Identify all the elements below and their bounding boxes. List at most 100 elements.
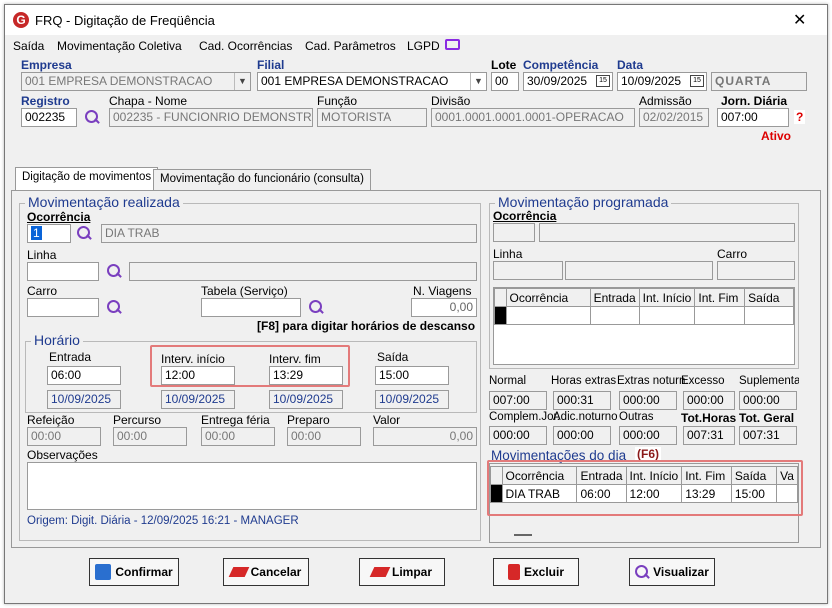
prog-grid: Ocorrência Entrada Int. Início Int. Fim … bbox=[493, 287, 795, 365]
valor-field[interactable]: 0,00 bbox=[373, 427, 477, 446]
funcao-label: Função bbox=[317, 94, 358, 108]
suplementar-field: 000:00 bbox=[739, 391, 797, 410]
excesso-label: Excesso bbox=[681, 375, 725, 387]
filial-select[interactable]: 001 EMPRESA DEMONSTRACAO ▼ bbox=[257, 72, 487, 91]
search-icon[interactable] bbox=[107, 264, 121, 278]
prog-ocorrencia-label: Ocorrência bbox=[493, 209, 557, 223]
carro-label: Carro bbox=[27, 284, 58, 298]
scrollbar-thumb[interactable] bbox=[514, 534, 532, 536]
prog-col-ocorrencia: Ocorrência bbox=[505, 288, 591, 307]
obs-textarea[interactable] bbox=[27, 462, 477, 510]
monitor-icon[interactable] bbox=[445, 39, 460, 50]
search-icon[interactable] bbox=[85, 110, 99, 124]
highlight-box bbox=[487, 460, 803, 516]
empresa-label: Empresa bbox=[21, 58, 72, 72]
divisao-label: Divisão bbox=[431, 94, 471, 108]
saida-field[interactable]: 15:00 bbox=[375, 366, 449, 385]
trash-icon bbox=[507, 564, 520, 580]
table-row[interactable] bbox=[494, 306, 794, 325]
extras-noturn-label: Extras noturn. bbox=[617, 375, 689, 387]
title-bar: G FRQ - Digitação de Freqüência ✕ bbox=[5, 5, 827, 35]
excesso-field: 000:00 bbox=[683, 391, 735, 410]
tot-geral-label: Tot. Geral bbox=[739, 411, 795, 425]
carro-field[interactable] bbox=[27, 298, 99, 317]
ocorrencia-label: Ocorrência bbox=[27, 210, 91, 224]
divisao-field: 0001.0001.0001.0001-OPERACAO bbox=[431, 108, 635, 127]
prog-col-saida: Saída bbox=[744, 288, 794, 307]
extras-noturn-field: 000:00 bbox=[619, 391, 677, 410]
help-icon[interactable]: ? bbox=[794, 110, 806, 124]
percurso-label: Percurso bbox=[113, 413, 162, 427]
eraser-icon bbox=[228, 567, 249, 577]
registro-field[interactable]: 002235 bbox=[21, 108, 77, 127]
complem-label: Complem.Jor. bbox=[489, 411, 560, 423]
valor-label: Valor bbox=[373, 413, 401, 427]
funcao-field: MOTORISTA bbox=[317, 108, 427, 127]
saida-label: Saída bbox=[377, 350, 409, 364]
complem-field: 000:00 bbox=[489, 426, 547, 445]
horas-extras-label: Horas extras bbox=[551, 375, 617, 387]
refeicao-label: Refeição bbox=[27, 413, 75, 427]
limpar-button[interactable]: Limpar bbox=[359, 558, 445, 586]
calendar-icon[interactable]: 15 bbox=[596, 75, 610, 87]
empresa-field[interactable]: 001 EMPRESA DEMONSTRACAO ▼ bbox=[21, 72, 251, 91]
search-icon[interactable] bbox=[77, 226, 91, 240]
intervini-date: 10/09/2025 bbox=[161, 390, 235, 409]
linha-desc-field bbox=[129, 262, 477, 281]
obs-label: Observações bbox=[27, 448, 98, 462]
weekday-field: QUARTA bbox=[711, 72, 807, 91]
cancelar-button[interactable]: Cancelar bbox=[223, 558, 309, 586]
lote-field[interactable]: 00 bbox=[491, 72, 519, 91]
menu-bar: Saída Movimentação Coletiva Cad. Ocorrên… bbox=[5, 36, 827, 56]
linha-label: Linha bbox=[27, 248, 57, 262]
percurso-field[interactable]: 00:00 bbox=[113, 427, 187, 446]
app-logo-icon: G bbox=[13, 12, 29, 28]
viagens-label: N. Viagens bbox=[413, 284, 472, 298]
jornada-field[interactable]: 007:00 bbox=[717, 108, 789, 127]
competencia-field[interactable]: 30/09/2025 15 bbox=[523, 72, 613, 91]
prog-ocorrencia-code bbox=[493, 223, 535, 242]
save-icon bbox=[95, 564, 112, 580]
entrada-field[interactable]: 06:00 bbox=[47, 366, 121, 385]
normal-label: Normal bbox=[489, 375, 527, 387]
search-icon[interactable] bbox=[309, 300, 323, 314]
preparo-field[interactable]: 00:00 bbox=[287, 427, 361, 446]
chevron-down-icon[interactable]: ▼ bbox=[234, 73, 250, 90]
excluir-button[interactable]: Excluir bbox=[493, 558, 579, 586]
refeicao-field[interactable]: 00:00 bbox=[27, 427, 101, 446]
menu-saida[interactable]: Saída bbox=[13, 39, 44, 53]
highlight-box bbox=[150, 345, 350, 387]
menu-movimentacao-coletiva[interactable]: Movimentação Coletiva bbox=[57, 39, 182, 53]
ocorrencia-desc-field: DIA TRAB bbox=[101, 224, 477, 243]
tabela-label: Tabela (Serviço) bbox=[201, 284, 288, 298]
realizada-title: Movimentação realizada bbox=[25, 194, 183, 210]
menu-cad-parametros[interactable]: Cad. Parâmetros bbox=[305, 39, 396, 53]
prog-linha-field bbox=[493, 261, 563, 280]
tabela-field[interactable] bbox=[201, 298, 301, 317]
normal-field: 007:00 bbox=[489, 391, 547, 410]
tot-geral-field: 007:31 bbox=[739, 426, 797, 445]
visualizar-button[interactable]: Visualizar bbox=[629, 558, 715, 586]
tab-movimentacao-funcionario[interactable]: Movimentação do funcionário (consulta) bbox=[153, 169, 371, 191]
confirmar-button[interactable]: Confirmar bbox=[89, 558, 179, 586]
menu-lgpd[interactable]: LGPD bbox=[407, 39, 440, 53]
tab-digitacao[interactable]: Digitação de movimentos bbox=[15, 167, 159, 191]
status-badge: Ativo bbox=[761, 129, 791, 143]
calendar-icon[interactable]: 15 bbox=[690, 75, 704, 87]
close-icon[interactable]: ✕ bbox=[793, 10, 806, 30]
f8-hint: [F8] para digitar horários de descanso bbox=[257, 319, 476, 333]
tot-horas-label: Tot.Horas bbox=[681, 411, 737, 425]
viagens-field[interactable]: 0,00 bbox=[411, 298, 477, 317]
ocorrencia-code-field[interactable]: 1 bbox=[27, 224, 71, 243]
entrega-field[interactable]: 00:00 bbox=[201, 427, 275, 446]
admissao-label: Admissão bbox=[639, 94, 692, 108]
search-icon[interactable] bbox=[107, 300, 121, 314]
saida-date: 10/09/2025 bbox=[375, 390, 449, 409]
chevron-down-icon[interactable]: ▼ bbox=[470, 73, 486, 90]
data-field[interactable]: 10/09/2025 15 bbox=[617, 72, 707, 91]
outras-field: 000:00 bbox=[619, 426, 677, 445]
data-label: Data bbox=[617, 58, 644, 72]
prog-linha-desc bbox=[565, 261, 713, 280]
menu-cad-ocorrencias[interactable]: Cad. Ocorrências bbox=[199, 39, 292, 53]
linha-field[interactable] bbox=[27, 262, 99, 281]
